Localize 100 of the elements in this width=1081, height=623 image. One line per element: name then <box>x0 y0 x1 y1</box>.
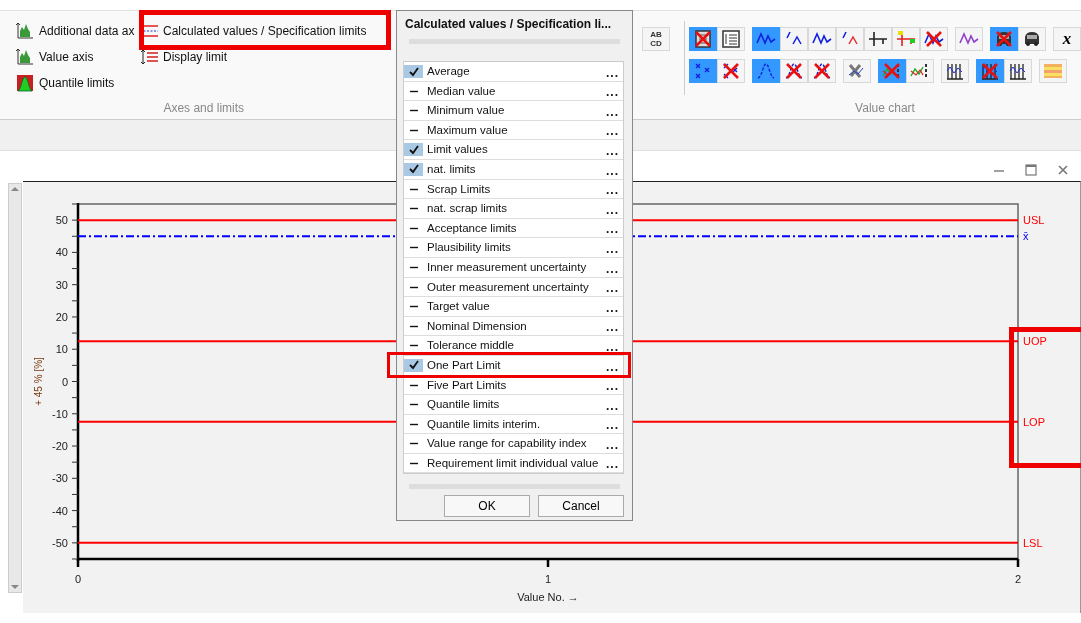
item-label: Outer measurement uncertainty <box>426 279 589 295</box>
more-options-button[interactable]: ... <box>606 382 623 395</box>
dash-icon <box>408 344 419 348</box>
more-options-button[interactable]: ... <box>606 342 623 355</box>
dash-icon <box>408 403 419 407</box>
dash-icon <box>408 89 419 93</box>
y-tick-label: 30 <box>55 278 68 291</box>
scroll-up-icon[interactable] <box>9 184 21 194</box>
x-axis-label: Value No. → <box>517 591 579 603</box>
more-options-button[interactable]: ... <box>606 88 623 101</box>
ribbon-command[interactable]: Calculated values / Specification limits <box>140 21 367 41</box>
ribbon-command[interactable]: Quantile limits <box>16 73 138 93</box>
item-label: Five Part Limits <box>426 377 507 393</box>
y-tick-label: 20 <box>55 310 68 323</box>
series-label: x̄ <box>1023 230 1029 243</box>
bell-curve-icon <box>16 74 34 92</box>
item-label: Inner measurement uncertainty <box>426 259 587 275</box>
y-tick-label: -50 <box>52 536 68 549</box>
more-options-button[interactable]: ... <box>606 127 623 140</box>
dash-icon <box>408 461 419 465</box>
scrollbar[interactable] <box>8 183 22 593</box>
item-label: One Part Limit <box>426 357 501 373</box>
dash-icon <box>408 265 419 269</box>
item-label: Median value <box>426 83 496 99</box>
y-axis-label: + 45 % [%] <box>33 357 44 406</box>
toolbar-button[interactable]: x <box>1053 27 1081 51</box>
group-label: Axes and limits <box>162 101 246 117</box>
item-label: nat. limits <box>426 161 476 177</box>
dash-icon <box>408 324 419 328</box>
y-tick-label: 50 <box>55 214 68 227</box>
more-options-button[interactable]: ... <box>606 107 623 120</box>
y-tick-label: -30 <box>52 472 68 485</box>
series-label: LOP <box>1023 415 1045 428</box>
more-options-button[interactable]: ... <box>606 205 623 218</box>
more-options-button[interactable]: ... <box>606 146 623 159</box>
more-options-button[interactable]: ... <box>606 323 623 336</box>
series-label: USL <box>1023 214 1045 227</box>
ribbon-command[interactable]: Value axis <box>16 47 138 67</box>
more-options-button[interactable]: ... <box>606 166 623 179</box>
y-tick-label: 10 <box>55 343 68 356</box>
more-options-button[interactable]: ... <box>606 303 623 316</box>
check-icon <box>408 66 419 77</box>
more-options-button[interactable]: ... <box>606 284 623 297</box>
check-icon <box>408 360 419 371</box>
item-label: Tolerance middle <box>426 338 514 354</box>
maximize-icon[interactable] <box>1025 164 1037 176</box>
dash-icon <box>408 109 419 113</box>
checkbox[interactable] <box>404 358 423 372</box>
item-label: Quantile limits interim. <box>426 416 541 432</box>
item-label: Minimum value <box>426 103 505 119</box>
dash-icon <box>408 305 419 309</box>
display-limit-icon <box>140 49 158 65</box>
scroll-down-icon[interactable] <box>9 582 21 592</box>
more-options-button[interactable]: ... <box>606 186 623 199</box>
check-icon <box>408 144 419 155</box>
more-options-button[interactable]: ... <box>606 440 623 453</box>
ribbon-command[interactable]: Display limit <box>140 47 367 67</box>
checkbox[interactable] <box>404 65 423 78</box>
item-label: Value range for capability index <box>426 436 587 452</box>
more-options-button[interactable]: ... <box>606 401 623 414</box>
item-label: Requirement limit individual value <box>426 455 599 471</box>
dash-icon <box>408 207 419 211</box>
item-label: Scrap Limits <box>426 181 491 197</box>
x-tick-label: 2 <box>1014 573 1022 585</box>
close-icon[interactable] <box>1057 164 1069 176</box>
more-options-button[interactable]: ... <box>606 421 623 434</box>
checkbox[interactable] <box>404 143 423 157</box>
series-label: UOP <box>1023 335 1047 348</box>
dash-icon <box>408 442 419 446</box>
y-tick-label: 0 <box>61 375 68 388</box>
checkbox[interactable] <box>404 162 423 176</box>
item-label: Acceptance limits <box>426 220 517 236</box>
dialog-button[interactable]: OK <box>444 495 530 518</box>
group-label: Value chart <box>854 101 916 117</box>
dialog-button[interactable]: Cancel <box>538 495 624 518</box>
legend-button[interactable]: AB CD <box>642 27 670 51</box>
more-options-button[interactable]: ... <box>606 225 623 238</box>
more-options-button[interactable]: ... <box>606 244 623 257</box>
histogram-icon <box>16 48 34 66</box>
item-label: nat. scrap limits <box>426 201 507 217</box>
y-tick-label: -10 <box>52 407 68 420</box>
dialog-title: Calculated values / Specification li... <box>404 17 613 31</box>
y-tick-label: -20 <box>52 440 68 453</box>
item-label: Average <box>426 64 470 79</box>
dash-icon <box>408 246 419 250</box>
item-label: Limit values <box>426 142 488 158</box>
x-tick-label: 1 <box>544 573 552 585</box>
check-icon <box>408 164 419 175</box>
series-label: LSL <box>1023 536 1043 549</box>
ribbon-command[interactable]: Additional data ax <box>16 21 138 41</box>
item-label: Quantile limits <box>426 397 500 413</box>
x-tick-label: 0 <box>74 573 82 585</box>
more-options-button[interactable]: ... <box>606 264 623 277</box>
item-label: Target value <box>426 299 490 315</box>
dash-icon <box>408 128 419 132</box>
more-options-button[interactable]: ... <box>606 460 623 473</box>
dash-icon <box>408 187 419 191</box>
y-tick-label: -40 <box>52 504 68 517</box>
more-options-button[interactable]: ... <box>606 68 623 81</box>
item-label: Nominal Dimension <box>426 318 527 334</box>
